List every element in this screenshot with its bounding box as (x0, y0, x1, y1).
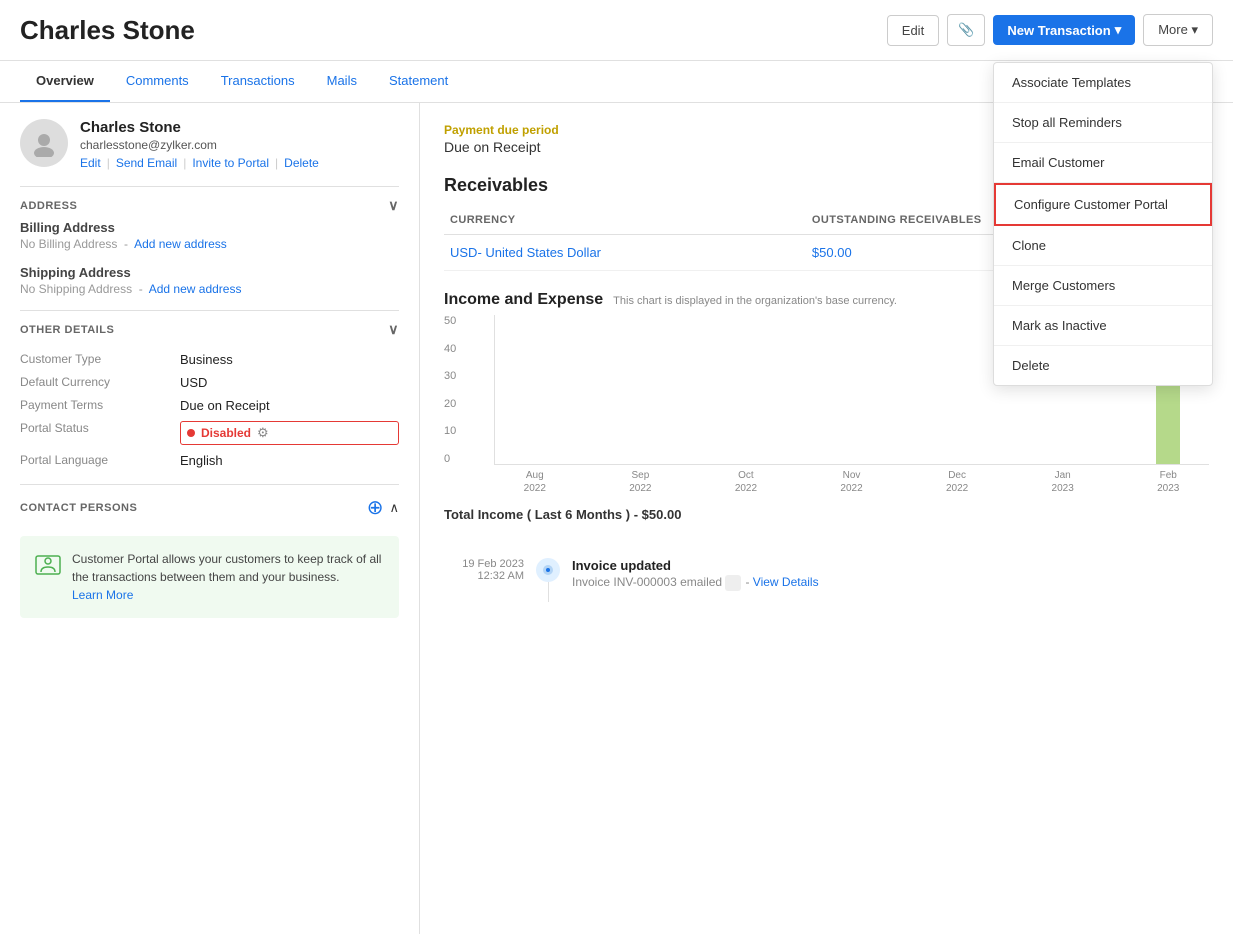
dropdown-item-7[interactable]: Delete (994, 346, 1212, 385)
more-button[interactable]: More ▾ (1143, 14, 1213, 46)
customer-info: Charles Stone charlesstone@zylker.com Ed… (20, 119, 399, 170)
dropdown-item-4[interactable]: Clone (994, 226, 1212, 266)
contact-persons-header: CONTACT PERSONS ⊕ ∧ (20, 484, 399, 526)
status-dot-icon (187, 429, 195, 437)
billing-address: Billing Address No Billing Address - Add… (20, 220, 399, 251)
col-currency: CURRENCY (444, 206, 806, 235)
more-arrow-icon: ▾ (1191, 22, 1198, 37)
activity-section: 19 Feb 202312:32 AMInvoice updatedInvoic… (444, 546, 1209, 614)
chart-x-label: Aug2022 (494, 469, 576, 495)
edit-button[interactable]: Edit (887, 15, 939, 46)
page-header: Charles Stone Edit 📎 New Transaction ▾ M… (0, 0, 1233, 61)
view-details-link[interactable]: View Details (753, 575, 819, 589)
dropdown-item-1[interactable]: Stop all Reminders (994, 103, 1212, 143)
learn-more-link[interactable]: Learn More (72, 588, 133, 602)
add-contact-icon[interactable]: ⊕ (367, 495, 384, 520)
chart-x-label: Oct2022 (705, 469, 787, 495)
customer-email: charlesstone@zylker.com (80, 138, 399, 152)
other-details-header[interactable]: OTHER DETAILS ∨ (20, 310, 399, 344)
shipping-empty: No Shipping Address - Add new address (20, 282, 399, 296)
currency-link[interactable]: USD- United States Dollar (450, 245, 601, 260)
header-actions: Edit 📎 New Transaction ▾ More ▾ (887, 14, 1213, 46)
dropdown-item-0[interactable]: Associate Templates (994, 63, 1212, 103)
portal-notice-icon (34, 550, 62, 584)
tab-statement[interactable]: Statement (373, 61, 464, 102)
other-details-chevron-icon: ∨ (388, 321, 399, 338)
customer-links: Edit | Send Email | Invite to Portal | D… (80, 156, 399, 170)
delete-link[interactable]: Delete (284, 156, 319, 170)
chart-x-label: Feb2023 (1127, 469, 1209, 495)
add-billing-address-link[interactable]: Add new address (134, 237, 227, 251)
tab-comments[interactable]: Comments (110, 61, 205, 102)
chart-total-value: $50.00 (642, 507, 682, 522)
customer-name: Charles Stone (80, 119, 399, 136)
address-section-header[interactable]: ADDRESS ∨ (20, 186, 399, 220)
activity-item: 19 Feb 202312:32 AMInvoice updatedInvoic… (444, 546, 1209, 614)
activity-dot-icon (536, 558, 560, 582)
dropdown-item-3[interactable]: Configure Customer Portal (994, 183, 1212, 226)
chart-x-label: Jan2023 (1022, 469, 1104, 495)
add-shipping-address-link[interactable]: Add new address (149, 282, 242, 296)
new-transaction-button[interactable]: New Transaction ▾ (993, 15, 1135, 45)
page-title: Charles Stone (20, 15, 887, 46)
customer-details: Charles Stone charlesstone@zylker.com Ed… (80, 119, 399, 170)
portal-notice-text: Customer Portal allows your customers to… (72, 550, 385, 604)
dropdown-item-6[interactable]: Mark as Inactive (994, 306, 1212, 346)
tab-mails[interactable]: Mails (311, 61, 373, 102)
edit-link[interactable]: Edit (80, 156, 101, 170)
other-details-grid: Customer Type Business Default Currency … (20, 352, 399, 468)
billing-empty: No Billing Address - Add new address (20, 237, 399, 251)
chart-x-label: Nov2022 (811, 469, 893, 495)
chart-x-labels: Aug2022 Sep2022 Oct2022 Nov2022 Dec2022 Jan20… (494, 469, 1209, 495)
send-email-link[interactable]: Send Email (116, 156, 177, 170)
invite-portal-link[interactable]: Invite to Portal (192, 156, 269, 170)
tab-overview[interactable]: Overview (20, 61, 110, 102)
chart-x-label: Dec2022 (916, 469, 998, 495)
gear-icon[interactable]: ⚙ (257, 425, 269, 441)
dropdown-item-5[interactable]: Merge Customers (994, 266, 1212, 306)
shipping-address: Shipping Address No Shipping Address - A… (20, 265, 399, 296)
left-panel: Charles Stone charlesstone@zylker.com Ed… (0, 103, 420, 934)
dropdown-item-2[interactable]: Email Customer (994, 143, 1212, 183)
dropdown-arrow-icon: ▾ (1115, 22, 1122, 38)
chart-x-label: Sep2022 (600, 469, 682, 495)
tab-transactions[interactable]: Transactions (205, 61, 311, 102)
attachment-button[interactable]: 📎 (947, 14, 985, 46)
chart-total: Total Income ( Last 6 Months ) - $50.00 (444, 507, 1209, 522)
more-dropdown-menu: Associate TemplatesStop all RemindersEma… (993, 62, 1213, 386)
portal-notice: Customer Portal allows your customers to… (20, 536, 399, 618)
portal-status-badge: Disabled ⚙ (180, 421, 399, 445)
contact-chevron-icon[interactable]: ∧ (389, 500, 399, 516)
contact-actions: ⊕ ∧ (367, 495, 399, 520)
chart-y-labels: 01020304050 (444, 315, 456, 465)
avatar (20, 119, 68, 167)
address-chevron-icon: ∨ (388, 197, 399, 214)
